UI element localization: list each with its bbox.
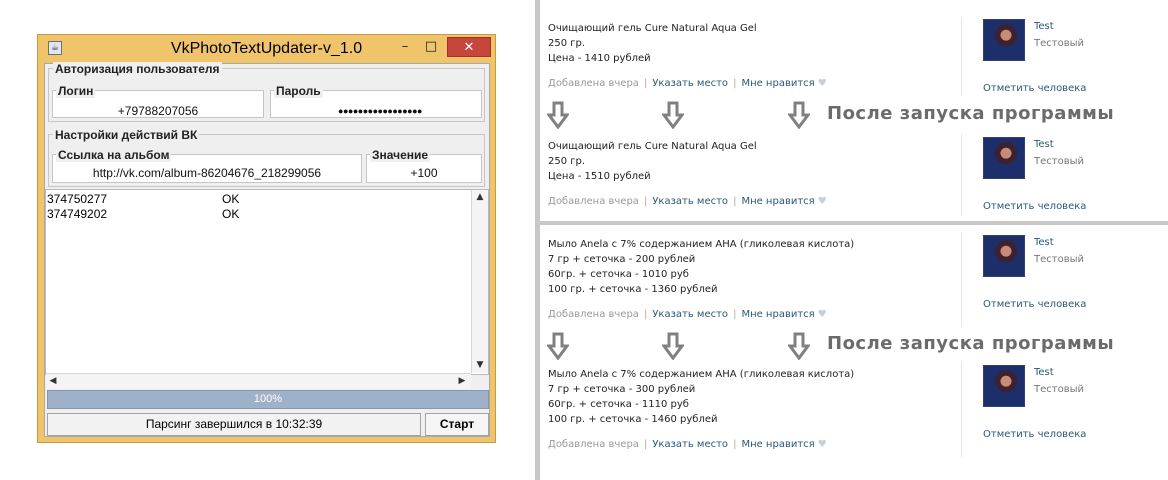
heart-icon[interactable]: ♥ — [818, 78, 827, 89]
arrow-down-icon — [788, 332, 810, 360]
scroll-down-icon[interactable]: ▼ — [473, 358, 487, 372]
like-link[interactable]: Мне нравится — [741, 78, 814, 89]
post-line: 60гр. + сеточка - 1110 руб — [548, 399, 689, 410]
post-description: Мыло Anela с 7% содержанием АНА (гликоле… — [548, 367, 854, 427]
avatar[interactable] — [983, 365, 1025, 407]
arrow-down-icon — [547, 101, 569, 129]
post-separator — [961, 362, 962, 457]
login-value: +79788207056 — [117, 104, 199, 118]
vk-settings-title: Настройки действий ВК — [53, 128, 200, 142]
horizontal-divider — [540, 221, 1168, 225]
avatar[interactable] — [983, 137, 1025, 179]
post-actions: Добавлена вчера | Указать место | Мне нравит… — [548, 196, 827, 207]
post-line: 250 гр. — [548, 156, 586, 167]
set-place-link[interactable]: Указать место — [652, 78, 728, 89]
post-actions: Добавлена вчера | Указать место | Мне нравит… — [548, 309, 827, 320]
maximize-button[interactable]: □ — [420, 37, 442, 57]
like-link[interactable]: Мне нравится — [741, 309, 814, 320]
arrow-down-icon — [788, 101, 810, 129]
post-line: 250 гр. — [548, 38, 586, 49]
added-label: Добавлена вчера — [548, 309, 639, 320]
scroll-right-icon[interactable]: ▶ — [455, 374, 469, 388]
post-description: Мыло Anela с 7% содержанием АНА (гликоле… — [548, 237, 854, 297]
user-name[interactable]: Test — [1034, 21, 1054, 33]
like-link[interactable]: Мне нравится — [741, 196, 814, 207]
value-value: +100 — [410, 166, 438, 180]
added-label: Добавлена вчера — [548, 439, 639, 450]
set-place-link[interactable]: Указать место — [652, 309, 728, 320]
heart-icon[interactable]: ♥ — [818, 309, 827, 320]
post-line: 60гр. + сеточка - 1010 руб — [548, 269, 689, 280]
added-label: Добавлена вчера — [548, 78, 639, 89]
scroll-up-icon[interactable]: ▲ — [473, 190, 487, 204]
user-name[interactable]: Test — [1034, 139, 1054, 151]
password-value: ●●●●●●●●●●●●●●●●● — [338, 106, 422, 116]
vertical-scrollbar[interactable]: ▲ ▼ — [471, 190, 488, 373]
post-line: Мыло Anela с 7% содержанием АНА (гликоле… — [548, 369, 855, 380]
avatar[interactable] — [983, 19, 1025, 61]
set-place-link[interactable]: Указать место — [652, 196, 728, 207]
post-line: Очищающий гель Cure Natural Aqua Gel — [548, 141, 757, 152]
avatar[interactable] — [983, 235, 1025, 277]
progress-bar: 100% — [47, 390, 489, 409]
auth-group-title: Авторизация пользователя — [53, 62, 222, 76]
user-subtitle: Тестовый — [1034, 254, 1084, 265]
minimize-button[interactable]: – — [394, 37, 416, 57]
horizontal-scrollbar[interactable]: ◀ ▶ — [46, 373, 471, 389]
post-line: 100 гр. + сеточка - 1360 рублей — [548, 284, 718, 295]
heart-icon[interactable]: ♥ — [818, 439, 827, 450]
start-button[interactable]: Старт — [425, 413, 489, 436]
user-subtitle: Тестовый — [1034, 156, 1084, 167]
album-link-value: http://vk.com/album-86204676_218299056 — [92, 166, 322, 180]
heart-icon[interactable]: ♥ — [818, 196, 827, 207]
progress-label: 100% — [253, 393, 283, 405]
status-text: Парсинг завершился в 10:32:39 — [47, 413, 421, 436]
result-id: 374749202 — [47, 207, 108, 221]
window-client-area: Авторизация пользователя Логин +79788207… — [44, 62, 490, 437]
arrow-down-icon — [547, 332, 569, 360]
user-subtitle: Тестовый — [1034, 38, 1084, 49]
like-link[interactable]: Мне нравится — [741, 439, 814, 450]
post-line: Цена - 1510 рублей — [548, 171, 651, 182]
post-line: Цена - 1410 рублей — [548, 53, 651, 64]
post-separator — [961, 18, 962, 96]
password-label: Пароль — [274, 84, 323, 98]
post-description: Очищающий гель Cure Natural Aqua Gel 250… — [548, 21, 757, 66]
user-subtitle: Тестовый — [1034, 384, 1084, 395]
tag-person-link[interactable]: Отметить человека — [983, 429, 1086, 441]
tag-person-link[interactable]: Отметить человека — [983, 299, 1086, 311]
result-id: 374750277 — [47, 192, 108, 206]
post-line: 7 гр + сеточка - 200 рублей — [548, 254, 696, 265]
close-button[interactable]: ✕ — [447, 37, 491, 57]
added-label: Добавлена вчера — [548, 196, 639, 207]
arrow-down-icon — [662, 101, 684, 129]
post-line: Очищающий гель Cure Natural Aqua Gel — [548, 23, 757, 34]
result-status: OK — [222, 192, 240, 206]
set-place-link[interactable]: Указать место — [652, 439, 728, 450]
value-label: Значение — [370, 148, 431, 162]
post-line: 7 гр + сеточка - 300 рублей — [548, 384, 696, 395]
post-line: 100 гр. + сеточка - 1460 рублей — [548, 414, 718, 425]
after-launch-label: После запуска программы — [827, 103, 1115, 124]
user-name[interactable]: Test — [1034, 237, 1054, 249]
post-actions: Добавлена вчера | Указать место | Мне нравит… — [548, 78, 827, 89]
post-line: Мыло Anela с 7% содержанием АНА (гликоле… — [548, 239, 855, 250]
post-description: Очищающий гель Cure Natural Aqua Gel 250… — [548, 139, 757, 184]
post-actions: Добавлена вчера | Указать место | Мне нравит… — [548, 439, 827, 450]
album-link-label: Ссылка на альбом — [56, 148, 172, 162]
arrow-down-icon — [662, 332, 684, 360]
post-separator — [961, 232, 962, 327]
vertical-divider — [535, 0, 540, 480]
after-launch-label: После запуска программы — [827, 333, 1115, 354]
app-window: ☕ VkPhotoTextUpdater-v_1.0 – □ ✕ Авториз… — [37, 34, 496, 443]
login-label: Логин — [56, 84, 96, 98]
results-list[interactable]: 374750277 OK 374749202 OK ▲ ▼ ◀ ▶ — [45, 189, 489, 389]
scroll-left-icon[interactable]: ◀ — [46, 374, 60, 388]
post-separator — [961, 134, 962, 216]
tag-person-link[interactable]: Отметить человека — [983, 201, 1086, 213]
result-status: OK — [222, 207, 240, 221]
user-name[interactable]: Test — [1034, 367, 1054, 379]
tag-person-link[interactable]: Отметить человека — [983, 83, 1086, 95]
